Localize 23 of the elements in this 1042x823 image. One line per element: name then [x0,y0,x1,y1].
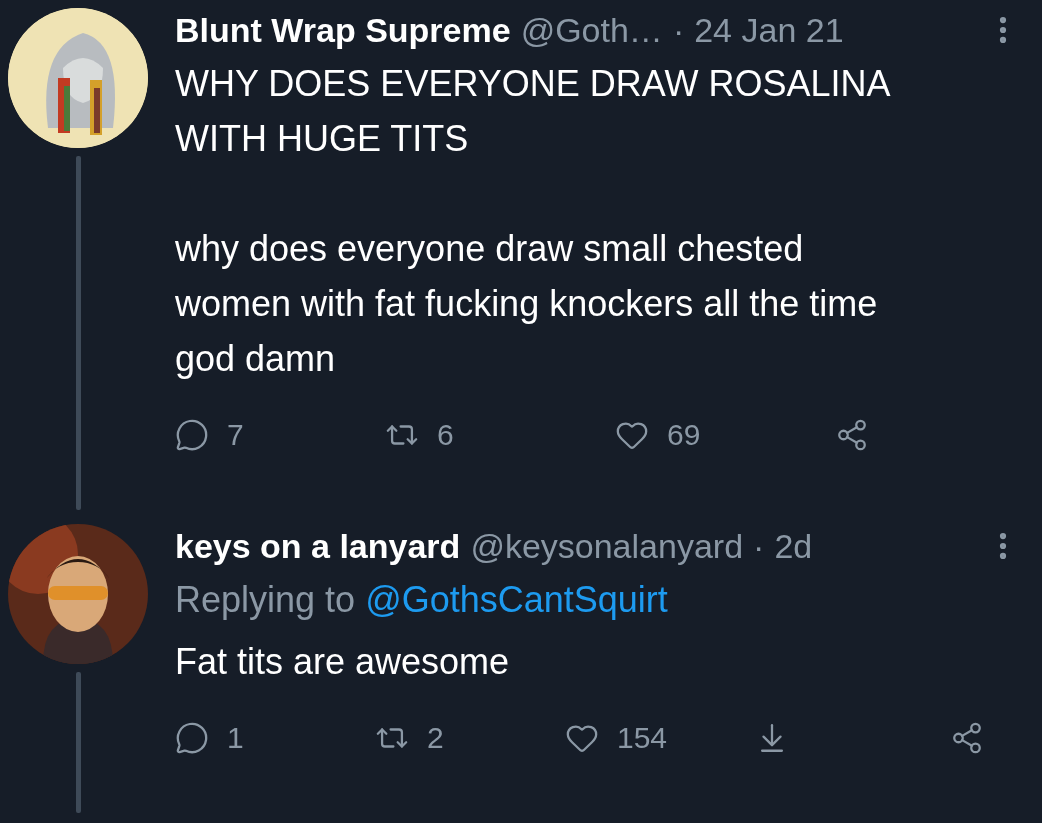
separator: · [672,10,685,50]
reply-button[interactable]: 1 [175,721,375,755]
author-name[interactable]: keys on a lanyard [175,526,461,566]
share-icon [835,418,869,452]
author-name[interactable]: Blunt Wrap Supreme [175,10,511,50]
tweet-text: why does everyone draw small chested women with fat fucking knockers all the time god damn [175,227,879,381]
retweet-button[interactable]: 6 [385,418,615,452]
replying-to-text: Replying to @GothsCantSquirt [175,578,669,622]
author-handle[interactable]: @Goth… [520,10,663,50]
reply-button[interactable]: 7 [175,418,385,452]
like-button[interactable]: 69 [615,418,835,452]
tweet-text: Fat tits are awesome [175,640,511,684]
tweet-time[interactable]: 24 Jan 21 [694,10,844,50]
retweet-button[interactable]: 2 [375,721,565,755]
reply-icon [175,721,209,755]
reply-icon [175,418,209,452]
share-icon [950,721,984,755]
tweet-time[interactable]: 2d [774,526,813,566]
tweet-text: WHY DOES EVERYONE DRAW ROSALINA WITH HUGE TITS [175,62,892,161]
separator: · [753,526,765,566]
author-handle[interactable]: @keysonalanyard [470,526,744,566]
like-button[interactable]: 154 [565,721,755,755]
mention-link[interactable]: @GothsCantSquirt [365,579,668,620]
